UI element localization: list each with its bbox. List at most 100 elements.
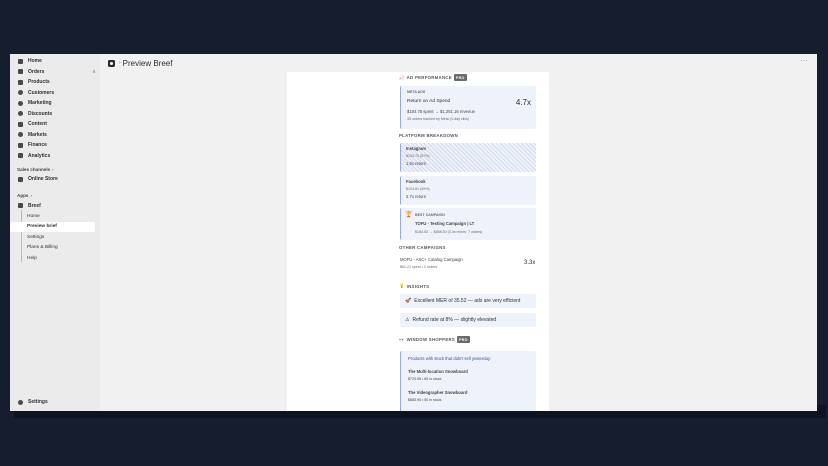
- sidebar-item-content[interactable]: Content: [10, 119, 100, 130]
- page-title: Preview Breef: [122, 58, 173, 68]
- nav-label: Settings: [28, 399, 48, 406]
- rocket-icon: 🚀: [405, 298, 412, 304]
- nav-label: Markets: [28, 131, 47, 138]
- admin-window: Home Orders 4 Products Customers Marketin…: [10, 54, 817, 411]
- other-campaign-name: MOFU - ASC+ Catalog Campaign: [400, 257, 463, 262]
- instagram-return: 1.6x return: [406, 161, 427, 166]
- chevron-right-icon: ›: [52, 166, 54, 172]
- nav-label: Analytics: [28, 152, 51, 159]
- roas-value: 4.7x: [515, 98, 531, 107]
- best-campaign-label: BEST CAMPAIGN: [415, 213, 445, 217]
- section-label: WINDOW SHOPPERS: [406, 337, 456, 342]
- insight-text: Refund rate at 8% — slightly elevated: [412, 317, 497, 323]
- facebook-return: 2.7x return: [406, 194, 427, 199]
- best-campaign-name: TOFU - Testing Campaign | LT: [415, 221, 475, 226]
- customers-icon: [18, 90, 23, 96]
- breef-subitem-plans-billing[interactable]: Plans & Billing: [10, 243, 100, 254]
- lightbulb-icon: 💡: [399, 283, 405, 288]
- section-label: Sales channels: [17, 166, 51, 172]
- content-icon: [18, 121, 23, 127]
- more-actions-icon[interactable]: ···: [801, 58, 809, 64]
- insight-text: Excellent MER of 35.52 — ads are very ef…: [414, 298, 521, 304]
- breef-subitem-preview-brief[interactable]: Preview brief: [10, 221, 95, 232]
- analytics-icon: [18, 153, 23, 159]
- orders-count-badge: 4: [92, 69, 95, 75]
- facebook-name: Facebook: [406, 179, 426, 184]
- section-label: AD PERFORMANCE: [406, 75, 452, 80]
- roas-spend-line: $184.76 spent → $1,251.16 revenue: [407, 109, 475, 114]
- window-shoppers-heading: 👀 WINDOW SHOPPERS PRO: [399, 336, 470, 343]
- sidebar-item-breef[interactable]: Breef: [10, 201, 100, 212]
- instagram-card: Instagram $104.75 (57%) 1.6x return: [400, 143, 536, 172]
- insight-refund: ⚠ Refund rate at 8% — slightly elevated: [400, 313, 536, 327]
- main-area: › Preview Breef ··· 📈 AD PERFORMANCE PRO M…: [100, 54, 817, 411]
- section-label: INSIGHTS: [406, 283, 430, 289]
- facebook-spend: $124.81 (49%): [406, 187, 430, 191]
- sidebar-item-products[interactable]: Products: [10, 77, 100, 88]
- window-shoppers-title: Products with stock that didn't sell yes…: [408, 356, 492, 361]
- product-1-name: The Multi-location Snowboard: [408, 369, 468, 374]
- chevron-right-icon: ›: [119, 60, 121, 66]
- page-header: › Preview Breef ···: [100, 54, 817, 72]
- window-shoppers-card: Products with stock that didn't sell yes…: [400, 351, 536, 411]
- other-campaign-value: 3.3x: [524, 260, 536, 266]
- chevron-right-icon: ›: [30, 193, 32, 198]
- product-1-stock: $729.95 • 89 in stock: [408, 377, 442, 381]
- sidebar-item-finance[interactable]: Finance: [10, 140, 100, 151]
- sidebar-item-customers[interactable]: Customers: [10, 88, 100, 99]
- apps-heading[interactable]: Apps ›: [10, 191, 100, 201]
- nav-label: Customers: [28, 89, 55, 96]
- facebook-card: Facebook $124.81 (49%) 2.7x return: [400, 176, 536, 205]
- nav-label: Orders: [28, 68, 45, 75]
- chart-icon: 📈: [399, 74, 405, 80]
- meta-tag: META ADS: [407, 90, 426, 94]
- home-icon: [18, 58, 23, 64]
- best-campaign-stats: $184.53 → $468.60 (3.4x return, 7 orders…: [415, 230, 483, 234]
- roas-orders-line: 35 orders tracked by Meta (1-day click): [407, 117, 470, 121]
- sidebar-item-analytics[interactable]: Analytics: [10, 151, 100, 162]
- meta-roas-card: META ADS Return on Ad Spend 4.7x $184.76…: [400, 86, 536, 129]
- finance-icon: [18, 142, 23, 148]
- marketing-icon: [18, 100, 23, 106]
- sidebar-item-home[interactable]: Home: [10, 56, 100, 67]
- nav-label: Home: [28, 58, 42, 65]
- nav-label: Online Store: [28, 176, 58, 183]
- breef-subitem-home[interactable]: Home: [10, 211, 100, 222]
- breef-subitem-settings[interactable]: Settings: [10, 232, 100, 243]
- eyes-icon: 👀: [399, 336, 405, 342]
- instagram-name: Instagram: [406, 146, 427, 151]
- product-2-name: The Videographer Snowboard: [408, 390, 468, 395]
- sidebar-item-marketing[interactable]: Marketing: [10, 98, 100, 109]
- roas-title: Return on Ad Spend: [407, 99, 451, 104]
- nav-label: Marketing: [28, 100, 52, 107]
- sidebar-item-markets[interactable]: Markets: [10, 130, 100, 141]
- insight-mer: 🚀 Excellent MER of 35.52 — ads are very e…: [400, 294, 536, 308]
- store-icon: [18, 176, 23, 182]
- other-campaign-stats: $61.22 spent • 2 orders: [400, 265, 438, 269]
- trophy-icon: 🏆: [405, 212, 413, 218]
- section-label: Apps: [17, 193, 29, 198]
- sidebar: Home Orders 4 Products Customers Marketin…: [10, 54, 100, 411]
- platform-breakdown-heading: PLATFORM BREAKDOWN: [399, 133, 459, 138]
- insights-heading: 💡 INSIGHTS: [399, 283, 429, 289]
- nav-label: Products: [28, 79, 50, 86]
- sales-channels-heading[interactable]: Sales channels ›: [10, 164, 100, 174]
- pro-badge: PRO: [453, 74, 467, 81]
- breef-app-icon: [108, 59, 115, 67]
- breef-subitem-help[interactable]: Help: [10, 253, 100, 264]
- sidebar-item-online-store[interactable]: Online Store: [10, 174, 100, 185]
- instagram-spend: $104.75 (57%): [406, 154, 430, 158]
- sidebar-item-settings[interactable]: Settings: [10, 397, 100, 408]
- sidebar-item-discounts[interactable]: Discounts: [10, 109, 100, 120]
- sidebar-item-orders[interactable]: Orders 4: [10, 67, 100, 78]
- nav-label: Discounts: [28, 110, 53, 117]
- brief-preview-canvas: 📈 AD PERFORMANCE PRO META ADS Return on Ad…: [287, 72, 549, 411]
- other-campaigns-heading: OTHER CAMPAIGNS: [399, 245, 446, 250]
- gear-icon: [18, 399, 23, 405]
- markets-icon: [18, 132, 23, 138]
- orders-icon: [18, 69, 23, 75]
- nav-label: Finance: [28, 142, 47, 149]
- product-2-stock: $885.95 • 50 in stock: [408, 398, 442, 402]
- breef-app-icon: [18, 203, 23, 209]
- best-campaign-card: 🏆 BEST CAMPAIGN TOFU - Testing Campaign …: [400, 208, 536, 240]
